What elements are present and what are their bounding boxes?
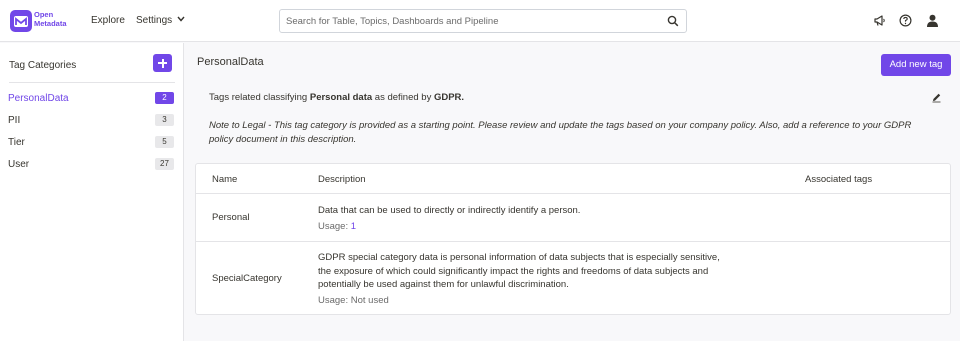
tag-description: Data that can be used to directly or ind… <box>318 205 581 216</box>
sidebar-item-count: 3 <box>155 114 174 126</box>
description-bold-personal-data: Personal data <box>309 92 373 103</box>
description-line: GDPR special category data is personal i… <box>318 252 720 263</box>
sidebar-item-personaldata[interactable]: PersonalData 2 <box>8 92 174 106</box>
description-bold-gdpr: GDPR. <box>433 92 465 103</box>
sidebar-item-label: PII <box>8 115 21 126</box>
sidebar-item-tier[interactable]: Tier 5 <box>8 136 174 150</box>
tag-description: GDPR special category data is personal i… <box>318 251 768 292</box>
column-header-name: Name <box>212 174 238 185</box>
description-line: the exposure of which could significantl… <box>318 265 709 277</box>
table-row-divider <box>196 241 950 242</box>
tag-usage: Usage: Not used <box>318 295 389 306</box>
sidebar-item-label: Tier <box>8 137 25 148</box>
table-header-divider <box>196 193 950 194</box>
logo-text: Open Metadata <box>34 10 67 28</box>
description-middle: as defined by <box>372 92 434 103</box>
tag-usage: Usage: 1 <box>318 221 356 232</box>
tag-name-personal[interactable]: Personal <box>212 212 250 223</box>
nav-explore-link[interactable]: Explore <box>91 15 125 26</box>
sidebar-title: Tag Categories <box>9 60 77 71</box>
usage-label: Usage: <box>318 295 351 306</box>
sidebar-item-pii[interactable]: PII 3 <box>8 114 174 128</box>
sidebar-item-user[interactable]: User 27 <box>8 158 174 172</box>
search-icon[interactable] <box>667 15 679 27</box>
logo-line2: Metadata <box>34 18 67 28</box>
sidebar-item-count: 27 <box>155 158 174 170</box>
usage-count-link[interactable]: 1 <box>351 221 356 232</box>
user-avatar-icon[interactable] <box>926 14 939 27</box>
column-header-description: Description <box>318 174 366 185</box>
add-category-button[interactable] <box>153 54 172 72</box>
category-description: Tags related classifying Personal data a… <box>209 92 464 103</box>
description-prefix: Tags related classifying <box>209 92 310 103</box>
nav-settings-label: Settings <box>136 15 173 26</box>
column-header-associated-tags: Associated tags <box>805 174 873 185</box>
nav-settings-dropdown[interactable]: Settings <box>136 15 185 26</box>
chevron-down-icon <box>177 16 185 22</box>
tag-name-specialcategory[interactable]: SpecialCategory <box>212 273 282 284</box>
search-input[interactable] <box>286 14 656 29</box>
tag-categories-sidebar: Tag Categories PersonalData 2 PII 3 Tier… <box>0 43 184 341</box>
openmetadata-logo[interactable] <box>9 9 33 33</box>
sidebar-item-count: 2 <box>155 92 174 104</box>
add-new-tag-button[interactable]: Add new tag <box>881 54 951 76</box>
top-navbar: Open Metadata Explore Settings <box>0 0 960 42</box>
description-line: potentially be used against them for unl… <box>318 279 569 290</box>
usage-label: Usage: <box>318 221 351 232</box>
sidebar-item-label: User <box>8 159 30 170</box>
legal-note: Note to Legal - This tag category is pro… <box>209 120 912 145</box>
sidebar-item-count: 5 <box>155 136 174 148</box>
megaphone-icon[interactable] <box>873 14 886 27</box>
sidebar-item-label: PersonalData <box>8 93 69 104</box>
sidebar-divider <box>9 82 175 83</box>
help-icon[interactable] <box>899 14 912 27</box>
usage-value: Not used <box>350 295 389 306</box>
tags-table: Name Description Associated tags Persona… <box>195 163 951 315</box>
page-title: PersonalData <box>197 56 264 68</box>
global-search-box <box>279 9 687 33</box>
edit-pencil-icon[interactable] <box>931 92 942 103</box>
